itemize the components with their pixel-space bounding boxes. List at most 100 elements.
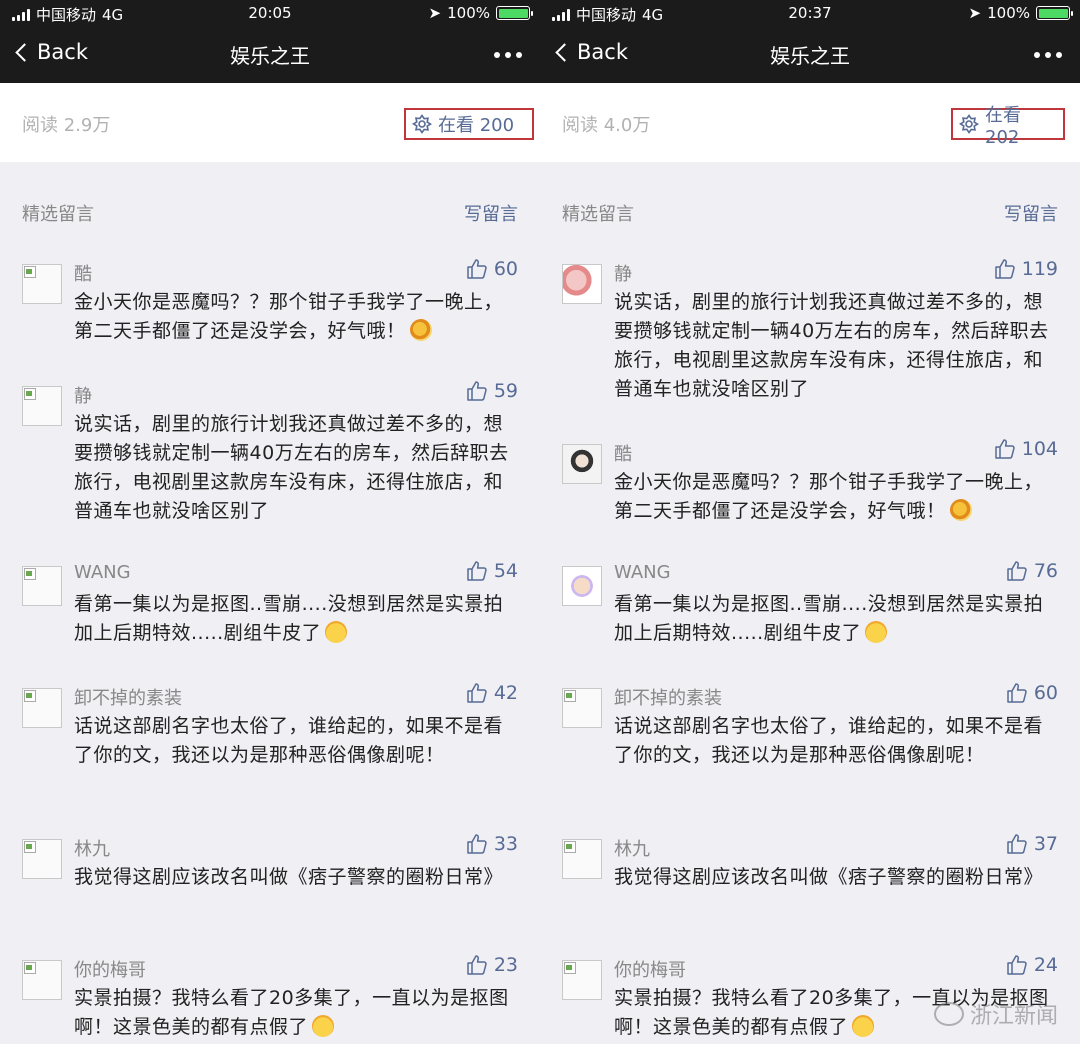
comment-author[interactable]: 林九 <box>74 835 110 861</box>
more-options-icon[interactable] <box>494 52 522 58</box>
comment-body: 看第一集以为是抠图..雪崩....没想到居然是实景拍加上后期特效.....剧组牛… <box>74 593 504 644</box>
thumbs-up-icon <box>1006 833 1028 855</box>
comment-text: 看第一集以为是抠图..雪崩....没想到居然是实景拍加上后期特效.....剧组牛… <box>74 590 522 648</box>
comment-body: 金小天你是恶魔吗？？那个钳子手我学了一晚上，第二天手都僵了还是没学会，好气哦！ <box>614 471 1044 522</box>
like-button[interactable]: 60 <box>466 258 518 280</box>
comment-text: 说实话，剧里的旅行计划我还真做过差不多的，想要攒够钱就定制一辆40万左右的房车，… <box>614 288 1062 404</box>
comment-body: 说实话，剧里的旅行计划我还真做过差不多的，想要攒够钱就定制一辆40万左右的房车，… <box>614 291 1049 400</box>
screenshot-panel-left: 中国移动 4G 20:05 ➤ 100% Back 娱乐之王 阅读 2.9万 在… <box>0 0 540 1044</box>
thumbs-up-icon <box>466 380 488 402</box>
like-button[interactable]: 60 <box>1006 682 1058 704</box>
snail-emoji-icon <box>949 499 972 521</box>
comment-author[interactable]: 卸不掉的素装 <box>614 684 722 710</box>
screenshot-panel-right: 中国移动 4G 20:37 ➤ 100% Back 娱乐之王 阅读 4.0万 在… <box>540 0 1080 1044</box>
like-count: 42 <box>493 682 518 704</box>
watching-button[interactable]: 在看 202 <box>951 105 1065 148</box>
location-icon: ➤ <box>968 4 982 22</box>
avatar[interactable] <box>22 386 62 426</box>
write-comment-link[interactable]: 写留言 <box>1004 200 1058 226</box>
battery-icon <box>496 6 533 20</box>
like-button[interactable]: 76 <box>1006 560 1058 582</box>
like-button[interactable]: 23 <box>466 954 518 976</box>
avatar[interactable] <box>562 960 602 1000</box>
comment-author[interactable]: 你的梅哥 <box>614 956 686 982</box>
comment-author[interactable]: 卸不掉的素装 <box>74 684 182 710</box>
comment-author[interactable]: 静 <box>614 260 632 286</box>
like-count: 119 <box>1021 258 1058 280</box>
thumbs-up-icon <box>1006 560 1028 582</box>
avatar[interactable] <box>562 566 602 606</box>
thumbs-up-icon <box>466 833 488 855</box>
write-comment-link[interactable]: 写留言 <box>464 200 518 226</box>
nav-bar: Back 娱乐之王 <box>0 28 540 83</box>
avatar[interactable] <box>562 444 602 484</box>
avatar[interactable] <box>22 566 62 606</box>
like-button[interactable]: 37 <box>1006 833 1058 855</box>
read-count: 阅读 4.0万 <box>562 115 651 136</box>
comment-body: 实景拍摄？我特么看了20多集了，一直以为是抠图啊！这景色美的都有点假了 <box>74 987 509 1038</box>
page-title: 娱乐之王 <box>770 44 850 68</box>
like-button[interactable]: 42 <box>466 682 518 704</box>
comment-author[interactable]: WANG <box>614 562 671 583</box>
watching-label: 在看 200 <box>438 115 515 136</box>
wechat-icon <box>933 1002 964 1026</box>
thumbs-up-icon <box>1006 954 1028 976</box>
status-bar: 中国移动 4G 20:37 ➤ 100% <box>540 0 1080 28</box>
read-count: 阅读 2.9万 <box>22 115 111 136</box>
flower-icon <box>959 114 979 134</box>
comment-author[interactable]: 酷 <box>74 260 92 286</box>
like-button[interactable]: 104 <box>994 438 1058 460</box>
like-count: 60 <box>1033 682 1058 704</box>
watching-button[interactable]: 在看 200 <box>404 108 534 140</box>
like-count: 23 <box>493 954 518 976</box>
comment-text: 话说这部剧名字也太俗了，谁给起的，如果不是看了你的文，我还以为是那种恶俗偶像剧呢… <box>74 712 522 770</box>
like-count: 54 <box>493 560 518 582</box>
like-button[interactable]: 33 <box>466 833 518 855</box>
article-stats-bar: 阅读 4.0万 在看 202 <box>540 83 1080 162</box>
thumbs-up-icon <box>1006 682 1028 704</box>
more-options-icon[interactable] <box>1034 52 1062 58</box>
thumbs-up-icon <box>994 258 1016 280</box>
comment-author[interactable]: 静 <box>74 382 92 408</box>
like-count: 37 <box>1033 833 1058 855</box>
like-count: 104 <box>1021 438 1058 460</box>
comment-text: 说实话，剧里的旅行计划我还真做过差不多的，想要攒够钱就定制一辆40万左右的房车，… <box>74 410 522 526</box>
snail-emoji-icon <box>409 319 432 341</box>
avatar[interactable] <box>22 688 62 728</box>
comment-body: 我觉得这剧应该改名叫做《痞子警察的圈粉日常》 <box>74 866 504 888</box>
comment-text: 看第一集以为是抠图..雪崩....没想到居然是实景拍加上后期特效.....剧组牛… <box>614 590 1062 648</box>
comment-text: 话说这部剧名字也太俗了，谁给起的，如果不是看了你的文，我还以为是那种恶俗偶像剧呢… <box>614 712 1062 770</box>
thumbs-up-icon <box>994 438 1016 460</box>
comment-body: 金小天你是恶魔吗？？那个钳子手我学了一晚上，第二天手都僵了还是没学会，好气哦！ <box>74 291 504 342</box>
battery-percent: 100% <box>447 4 490 22</box>
like-count: 59 <box>493 380 518 402</box>
featured-comments-label: 精选留言 <box>22 204 94 225</box>
page-title: 娱乐之王 <box>230 44 310 68</box>
comment-author[interactable]: 林九 <box>614 835 650 861</box>
comment-text: 金小天你是恶魔吗？？那个钳子手我学了一晚上，第二天手都僵了还是没学会，好气哦！ <box>74 288 522 346</box>
avatar[interactable] <box>22 264 62 304</box>
location-icon: ➤ <box>428 4 442 22</box>
thumbs-up-icon <box>466 560 488 582</box>
shocked-emoji-icon <box>312 1015 335 1037</box>
avatar[interactable] <box>22 960 62 1000</box>
avatar[interactable] <box>562 264 602 304</box>
like-button[interactable]: 54 <box>466 560 518 582</box>
like-count: 76 <box>1033 560 1058 582</box>
like-button[interactable]: 119 <box>994 258 1058 280</box>
laugh-emoji-icon <box>325 621 348 643</box>
avatar[interactable] <box>562 839 602 879</box>
like-button[interactable]: 24 <box>1006 954 1058 976</box>
avatar[interactable] <box>22 839 62 879</box>
comment-author[interactable]: WANG <box>74 562 131 583</box>
comment-body: 看第一集以为是抠图..雪崩....没想到居然是实景拍加上后期特效.....剧组牛… <box>614 593 1044 644</box>
comment-body: 话说这部剧名字也太俗了，谁给起的，如果不是看了你的文，我还以为是那种恶俗偶像剧呢… <box>74 715 504 766</box>
thumbs-up-icon <box>466 954 488 976</box>
comment-author[interactable]: 酷 <box>614 440 632 466</box>
article-stats-bar: 阅读 2.9万 在看 200 <box>0 83 540 162</box>
avatar[interactable] <box>562 688 602 728</box>
like-button[interactable]: 59 <box>466 380 518 402</box>
comment-author[interactable]: 你的梅哥 <box>74 956 146 982</box>
comments-header: 精选留言 写留言 <box>0 196 540 228</box>
comments-header: 精选留言 写留言 <box>540 196 1080 228</box>
